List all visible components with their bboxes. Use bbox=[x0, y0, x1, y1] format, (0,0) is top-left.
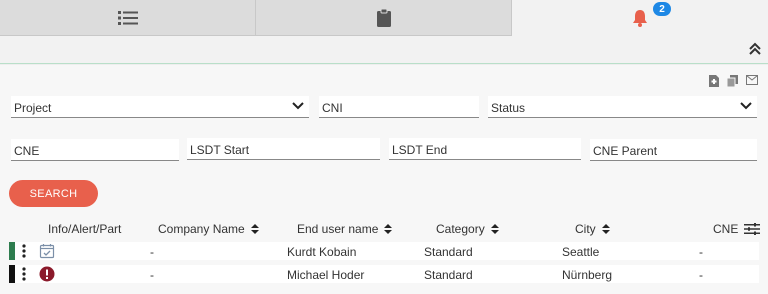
tab-list[interactable] bbox=[0, 0, 256, 36]
lsdt-end-field[interactable]: LSDT End bbox=[389, 138, 581, 160]
cell-category: Standard bbox=[424, 245, 473, 259]
tab-notifications[interactable]: 2 bbox=[512, 0, 768, 36]
filter-panel: Project CNI Status CNE LSDT Start LSDT E… bbox=[0, 65, 768, 294]
table-row[interactable]: - Michael Hoder Standard Nürnberg - bbox=[9, 265, 759, 283]
lsdt-start-field[interactable]: LSDT Start bbox=[187, 138, 380, 160]
table-header: Info/Alert/Part Company Name End user na… bbox=[0, 218, 768, 240]
row-status-bar bbox=[9, 265, 15, 283]
cne-parent-field[interactable]: CNE Parent bbox=[590, 139, 757, 161]
cni-field-placeholder: CNI bbox=[322, 101, 343, 115]
cell-city: Seattle bbox=[562, 245, 600, 259]
cell-category: Standard bbox=[424, 268, 473, 282]
cell-company: - bbox=[150, 245, 154, 259]
sort-icon bbox=[490, 224, 499, 234]
column-header-info: Info/Alert/Part bbox=[48, 222, 122, 236]
collapse-row bbox=[0, 36, 768, 64]
cne-field[interactable]: CNE bbox=[11, 139, 179, 161]
bell-icon bbox=[633, 10, 647, 27]
clipboard-icon bbox=[376, 8, 391, 27]
project-select-label: Project bbox=[14, 101, 52, 115]
more-vertical-icon[interactable] bbox=[22, 244, 26, 258]
cne-field-placeholder: CNE bbox=[14, 144, 40, 158]
chevron-down-icon bbox=[292, 102, 304, 110]
cell-end-user: Kurdt Kobain bbox=[287, 245, 357, 259]
sort-icon bbox=[250, 224, 259, 234]
cell-cne: - bbox=[699, 245, 703, 259]
cni-field[interactable]: CNI bbox=[319, 96, 479, 118]
status-select[interactable]: Status bbox=[488, 96, 757, 118]
copy-icon[interactable] bbox=[727, 75, 738, 87]
tab-clipboard[interactable] bbox=[256, 0, 512, 36]
list-icon bbox=[117, 10, 138, 25]
mail-icon[interactable] bbox=[746, 75, 758, 85]
sort-icon bbox=[384, 224, 393, 234]
column-settings-icon[interactable] bbox=[744, 223, 761, 235]
lsdt-end-placeholder: LSDT End bbox=[392, 143, 448, 157]
notification-badge: 2 bbox=[653, 2, 671, 16]
tab-bar: 2 bbox=[0, 0, 768, 36]
cell-city: Nürnberg bbox=[562, 268, 613, 282]
table-row[interactable]: - Kurdt Kobain Standard Seattle - bbox=[9, 242, 759, 260]
chevron-down-icon bbox=[740, 102, 752, 110]
export-file-icon[interactable] bbox=[709, 75, 719, 87]
column-header-city[interactable]: City bbox=[575, 222, 610, 236]
search-button[interactable]: SEARCH bbox=[9, 180, 98, 207]
collapse-icon[interactable] bbox=[748, 42, 762, 56]
status-select-label: Status bbox=[491, 101, 526, 115]
project-select[interactable]: Project bbox=[11, 96, 309, 118]
cell-company: - bbox=[150, 268, 154, 282]
column-header-end-user[interactable]: End user name bbox=[297, 222, 393, 236]
cell-end-user: Michael Hoder bbox=[287, 268, 365, 282]
sort-icon bbox=[601, 224, 610, 234]
column-header-company[interactable]: Company Name bbox=[158, 222, 259, 236]
toolbar-icons bbox=[709, 75, 758, 87]
more-vertical-icon[interactable] bbox=[22, 267, 26, 281]
calendar-check-icon bbox=[39, 244, 55, 259]
cne-parent-placeholder: CNE Parent bbox=[593, 144, 658, 158]
cell-cne: - bbox=[699, 268, 703, 282]
column-header-category[interactable]: Category bbox=[436, 222, 499, 236]
alert-icon bbox=[39, 266, 55, 282]
column-header-cne: CNE bbox=[713, 222, 761, 236]
row-status-bar bbox=[9, 242, 15, 260]
lsdt-start-placeholder: LSDT Start bbox=[190, 143, 250, 157]
